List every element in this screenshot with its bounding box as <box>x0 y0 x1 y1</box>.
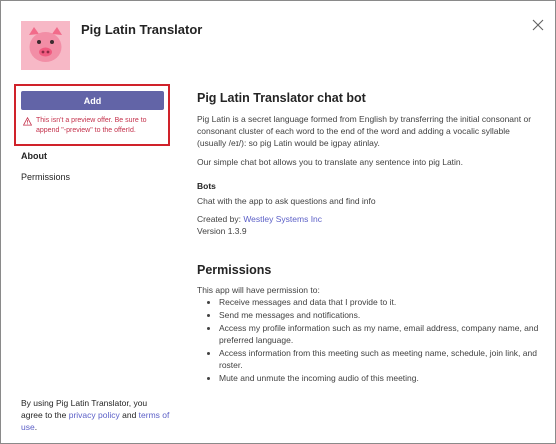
app-description-section: Pig Latin Translator chat bot Pig Latin … <box>197 91 539 237</box>
list-item: Access my profile information such as my… <box>219 322 539 346</box>
created-by: Created by: Westley Systems Inc <box>197 213 539 225</box>
privacy-policy-link[interactable]: privacy policy <box>69 410 120 420</box>
terms-footer: By using Pig Latin Translator, you agree… <box>21 397 171 433</box>
developer-link[interactable]: Westley Systems Inc <box>243 214 322 224</box>
list-item: Receive messages and data that I provide… <box>219 296 539 308</box>
warning-text: This isn't a preview offer. Be sure to a… <box>36 117 147 134</box>
bots-heading: Bots <box>197 181 216 191</box>
bot-description: Pig Latin is a secret language formed fr… <box>197 114 532 148</box>
version-text: Version 1.3.9 <box>197 226 247 236</box>
created-by-label: Created by: <box>197 214 244 224</box>
footer-and-text: and <box>119 410 139 420</box>
permissions-heading: Permissions <box>197 263 272 277</box>
warning-icon <box>23 117 32 126</box>
close-icon[interactable] <box>530 17 546 33</box>
bots-text: Chat with the app to ask questions and f… <box>197 196 376 206</box>
list-item: Access information from this meeting suc… <box>219 347 539 371</box>
add-button[interactable]: Add <box>21 91 164 110</box>
sidebar-item-permissions[interactable]: Permissions <box>21 172 70 182</box>
list-item: Send me messages and notifications. <box>219 309 539 321</box>
footer-suffix: . <box>34 422 38 432</box>
bot-heading: Pig Latin Translator chat bot <box>197 91 366 105</box>
list-item: Mute and unmute the incoming audio of th… <box>219 372 539 384</box>
permissions-list: Receive messages and data that I provide… <box>197 296 539 384</box>
app-title: Pig Latin Translator <box>81 22 203 37</box>
pig-face-icon <box>21 21 70 70</box>
about-heading: About <box>21 151 47 161</box>
bot-description-2: Our simple chat bot allows you to transl… <box>197 157 464 167</box>
permissions-section: Permissions This app will have permissio… <box>197 263 539 385</box>
app-details-dialog: Pig Latin Translator Add This isn't a pr… <box>0 0 556 444</box>
permissions-intro: This app will have permission to: <box>197 285 320 295</box>
preview-warning: This isn't a preview offer. Be sure to a… <box>23 116 163 136</box>
